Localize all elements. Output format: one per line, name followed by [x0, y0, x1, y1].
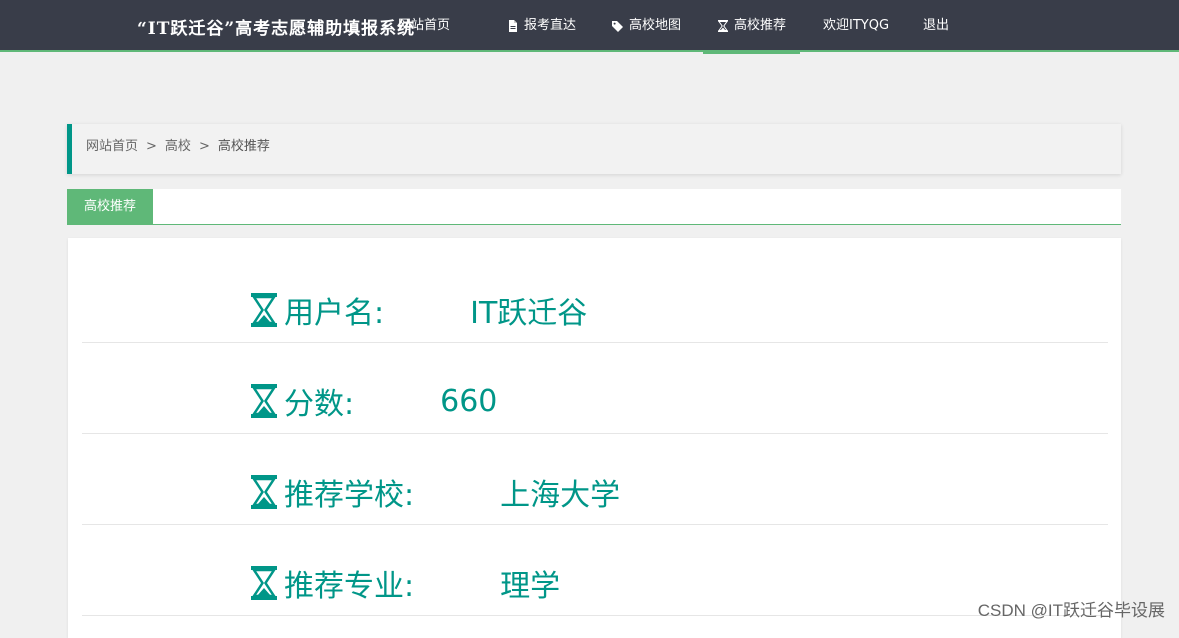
breadcrumb-separator: >	[146, 139, 157, 154]
nav-map-label: 高校地图	[629, 18, 682, 33]
score-value: 660	[440, 383, 498, 419]
major-label: 推荐专业:	[284, 569, 415, 604]
nav-recommend[interactable]: 高校推荐	[703, 0, 800, 54]
nav-apply[interactable]: 报考直达	[507, 0, 576, 52]
major-value: 理学	[500, 569, 561, 604]
nav-recommend-label: 高校推荐	[733, 17, 786, 33]
site-brand: “IT跃迁谷”高考志愿辅助填报系统	[137, 19, 416, 39]
tab-bar: 高校推荐	[67, 189, 1121, 225]
hourglass-icon	[251, 566, 277, 600]
nav-home-label: 网站首页	[398, 18, 451, 33]
info-row-username: 用户名: IT跃迁谷	[82, 252, 1108, 343]
nav-logout[interactable]: 退出	[923, 0, 949, 52]
file-icon	[509, 20, 517, 32]
nav-welcome-user[interactable]: 欢迎ITYQG	[823, 0, 889, 52]
csdn-watermark: CSDN @IT跃迁谷毕设展	[977, 601, 1165, 620]
username-value: IT跃迁谷	[470, 296, 588, 331]
tab-college-recommend[interactable]: 高校推荐	[67, 189, 153, 224]
school-label: 推荐学校:	[284, 478, 415, 513]
nav-apply-label: 报考直达	[524, 18, 577, 33]
nav-home[interactable]: 网站首页	[398, 0, 450, 52]
hourglass-icon	[717, 19, 728, 32]
tags-icon	[612, 21, 623, 32]
top-navbar: “IT跃迁谷”高考志愿辅助填报系统 网站首页 报考直达 高校地图 高校推荐 欢迎…	[0, 0, 1179, 54]
school-value: 上海大学	[500, 478, 621, 513]
info-row-school: 推荐学校: 上海大学	[82, 434, 1108, 525]
breadcrumb-home[interactable]: 网站首页	[86, 139, 138, 154]
hourglass-icon	[251, 293, 277, 327]
score-label: 分数:	[284, 387, 355, 422]
hourglass-icon	[251, 475, 277, 509]
recommendation-card: 用户名: IT跃迁谷 分数: 660 推荐学校: 上海大学 推荐专业: 理学	[68, 238, 1121, 638]
info-row-major: 推荐专业: 理学	[82, 525, 1108, 616]
breadcrumb-colleges[interactable]: 高校	[165, 139, 191, 154]
nav-logout-label: 退出	[923, 18, 950, 33]
hourglass-icon	[251, 384, 277, 418]
breadcrumb: 网站首页 > 高校 > 高校推荐	[67, 124, 1121, 174]
username-label: 用户名:	[284, 296, 385, 331]
breadcrumb-current: 高校推荐	[217, 139, 270, 154]
nav-map[interactable]: 高校地图	[612, 0, 681, 52]
breadcrumb-separator: >	[198, 139, 210, 154]
info-row-score: 分数: 660	[82, 343, 1108, 434]
nav-welcome-label: 欢迎ITYQG	[823, 18, 890, 33]
